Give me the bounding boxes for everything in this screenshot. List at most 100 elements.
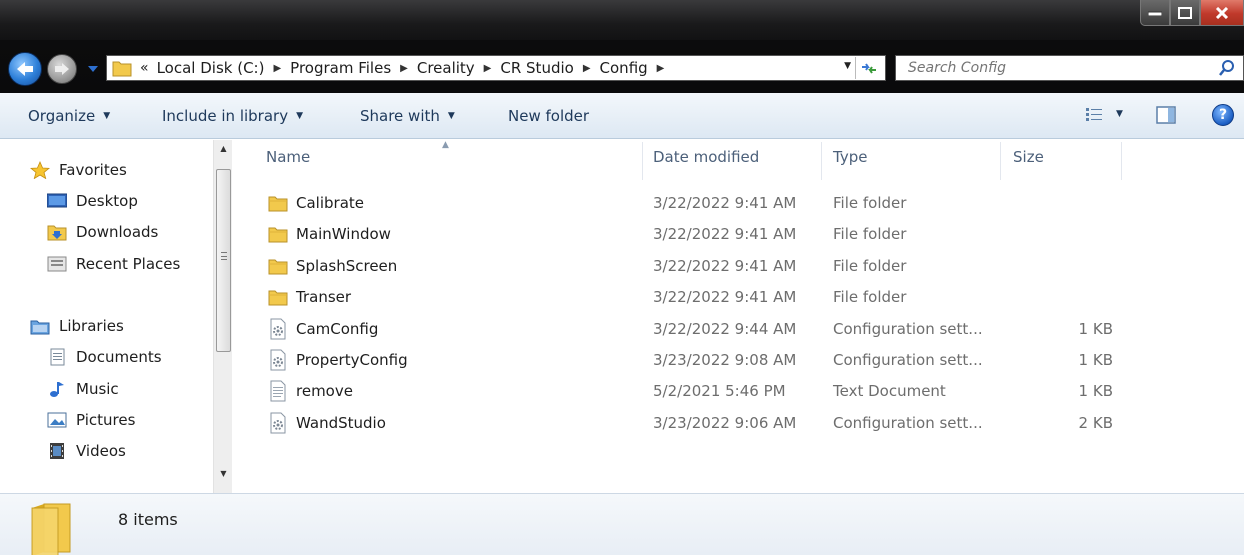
scroll-up-arrow-icon[interactable]: ▲ (214, 144, 233, 160)
breadcrumb-item-creality[interactable]: Creality (417, 59, 475, 77)
scroll-thumb[interactable] (216, 169, 231, 352)
nav-item-documents[interactable]: Documents (47, 348, 162, 366)
star-icon (30, 161, 50, 179)
command-bar: Organize ▼ Include in library ▼ Share with… (0, 93, 1244, 139)
preview-pane-button[interactable] (1156, 106, 1176, 128)
file-row[interactable]: SplashScreen 3/22/2022 9:41 AM File folder (233, 251, 1244, 282)
file-size: 2 KB (1078, 413, 1113, 432)
scroll-down-arrow-icon[interactable]: ▼ (214, 469, 233, 485)
back-button[interactable] (8, 52, 42, 86)
chevron-down-icon: ▼ (447, 110, 455, 121)
downloads-icon (47, 223, 67, 241)
recent-pages-dropdown[interactable] (86, 62, 100, 76)
nav-item-videos[interactable]: Videos (47, 442, 126, 460)
breadcrumb-overflow[interactable]: « (140, 60, 149, 76)
minimize-button[interactable] (1140, 0, 1170, 26)
column-divider[interactable] (821, 142, 822, 180)
nav-label: Recent Places (76, 255, 181, 273)
breadcrumb-separator-icon[interactable]: ▶ (400, 63, 408, 74)
column-divider[interactable] (1121, 142, 1122, 180)
breadcrumb-separator-icon[interactable]: ▶ (273, 63, 281, 74)
change-view-button[interactable]: ▼ (1086, 107, 1123, 121)
file-row[interactable]: remove 5/2/2021 5:46 PM Text Document 1 KB (233, 376, 1244, 407)
file-type: Configuration sett... (833, 351, 983, 369)
folder-icon (112, 61, 132, 77)
nav-scrollbar[interactable]: ▲ ▼ (213, 140, 232, 493)
recent-places-icon (47, 255, 67, 273)
file-row[interactable]: PropertyConfig 3/23/2022 9:08 AM Configura… (233, 345, 1244, 376)
forward-button[interactable] (47, 54, 77, 84)
file-size: 1 KB (1078, 351, 1113, 369)
address-bar[interactable]: « Local Disk (C:) ▶ Program Files ▶ Crea… (106, 55, 886, 81)
column-divider[interactable] (1000, 142, 1001, 180)
breadcrumb-item-local-disk[interactable]: Local Disk (C:) (157, 59, 265, 77)
nav-label: Pictures (76, 411, 136, 429)
help-button[interactable]: ? (1212, 104, 1234, 126)
file-name: CamConfig (296, 319, 379, 338)
sort-ascending-icon: ▲ (442, 140, 449, 150)
file-type: File folder (833, 194, 907, 212)
nav-item-downloads[interactable]: Downloads (47, 223, 158, 241)
new-folder-button[interactable]: New folder (508, 107, 589, 125)
share-with-label: Share with (360, 106, 440, 125)
breadcrumb-separator-icon[interactable]: ▶ (484, 63, 492, 74)
file-date-modified: 3/22/2022 9:41 AM (653, 194, 797, 212)
file-size: 1 KB (1078, 319, 1113, 338)
folder-icon (31, 503, 71, 555)
file-row[interactable]: Calibrate 3/22/2022 9:41 AM File folder (233, 188, 1244, 219)
organize-label: Organize (28, 106, 96, 125)
maximize-button[interactable] (1170, 0, 1200, 26)
address-history-dropdown-icon[interactable]: ▼ (844, 61, 851, 71)
nav-item-recent-places[interactable]: Recent Places (47, 255, 180, 273)
file-name: WandStudio (296, 413, 386, 432)
search-box[interactable] (895, 55, 1244, 81)
refresh-button[interactable] (855, 57, 881, 79)
close-button[interactable] (1200, 0, 1244, 26)
nav-item-desktop[interactable]: Desktop (47, 192, 138, 210)
chevron-down-icon: ▼ (1116, 109, 1123, 119)
column-header-date-modified[interactable]: Date modified (653, 148, 759, 166)
include-in-library-button[interactable]: Include in library ▼ (162, 107, 303, 125)
file-name: PropertyConfig (296, 351, 408, 369)
forward-arrow-icon (55, 63, 69, 75)
nav-label: Desktop (76, 192, 138, 210)
nav-item-libraries[interactable]: Libraries (30, 317, 124, 335)
breadcrumb-separator-icon[interactable]: ▶ (583, 63, 591, 74)
breadcrumb-item-program-files[interactable]: Program Files (290, 59, 391, 77)
organize-button[interactable]: Organize ▼ (28, 107, 110, 125)
file-row[interactable]: WandStudio 3/23/2022 9:06 AM Configuration… (233, 408, 1244, 439)
nav-item-pictures[interactable]: Pictures (47, 411, 135, 429)
minimize-icon (1148, 11, 1162, 16)
column-header-type[interactable]: Type (833, 148, 867, 166)
breadcrumb-separator-icon[interactable]: ▶ (657, 63, 665, 74)
column-divider[interactable] (642, 142, 643, 180)
column-header-size[interactable]: Size (1013, 148, 1044, 166)
file-row[interactable]: CamConfig 3/22/2022 9:44 AM Configuration … (233, 314, 1244, 345)
title-bar: « Local Disk (C:) ▶ Program Files ▶ Crea… (0, 0, 1244, 93)
search-icon[interactable] (1219, 59, 1237, 77)
search-input[interactable] (908, 60, 1208, 76)
nav-item-music[interactable]: Music (47, 380, 119, 398)
file-name: MainWindow (296, 225, 391, 244)
preview-pane-icon (1156, 106, 1176, 124)
file-type: Text Document (833, 382, 946, 401)
title-bar-glass (0, 0, 1244, 40)
file-list: ▲ Name Date modified Type Size Calibrate… (233, 140, 1244, 493)
nav-item-favorites[interactable]: Favorites (30, 161, 127, 179)
item-count: 8 items (118, 510, 178, 529)
column-header-name[interactable]: Name (266, 148, 310, 166)
breadcrumb-item-config[interactable]: Config (600, 59, 648, 77)
file-type: Configuration sett... (833, 413, 983, 432)
file-name: SplashScreen (296, 256, 398, 275)
share-with-button[interactable]: Share with ▼ (360, 107, 455, 125)
file-row[interactable]: Transer 3/22/2022 9:41 AM File folder (233, 282, 1244, 313)
text-file-icon (267, 380, 289, 402)
file-row[interactable]: MainWindow 3/22/2022 9:41 AM File folder (233, 219, 1244, 250)
chevron-down-icon: ▼ (296, 110, 303, 121)
nav-label: Documents (76, 348, 162, 366)
desktop-icon (47, 192, 67, 210)
breadcrumb-item-cr-studio[interactable]: CR Studio (500, 59, 573, 77)
view-details-icon (1086, 108, 1102, 121)
refresh-icon (861, 63, 876, 74)
file-type: File folder (833, 225, 907, 244)
